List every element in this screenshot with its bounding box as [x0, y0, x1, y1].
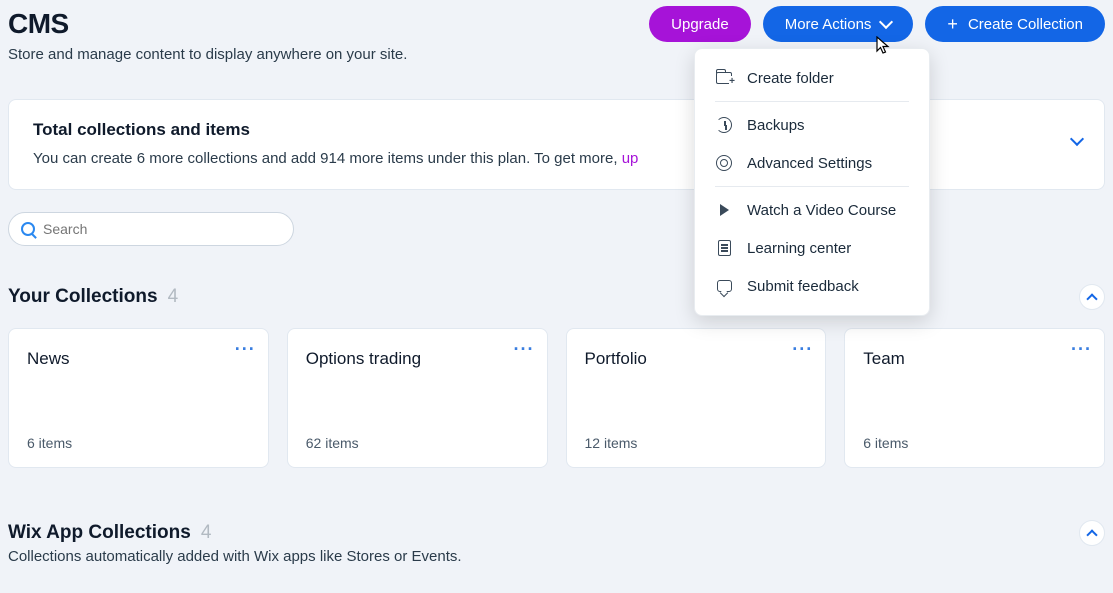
search-bar[interactable]	[8, 212, 294, 246]
search-icon	[21, 222, 35, 236]
card-title: Options trading	[306, 349, 529, 369]
your-collections-header: Your Collections 4	[8, 286, 1105, 308]
card-menu-button[interactable]: ···	[235, 339, 256, 360]
dropdown-learning-center[interactable]: Learning center	[695, 229, 929, 267]
card-items-count: 12 items	[585, 435, 638, 451]
create-collection-button[interactable]: + Create Collection	[925, 6, 1105, 42]
search-bar-container	[8, 212, 1105, 246]
dropdown-label: Watch a Video Course	[747, 202, 896, 219]
chevron-down-icon	[879, 15, 893, 29]
dropdown-label: Advanced Settings	[747, 155, 872, 172]
title-block: CMS Store and manage content to display …	[8, 0, 407, 63]
dropdown-backups[interactable]: Backups	[695, 106, 929, 144]
upgrade-link[interactable]: up	[622, 150, 639, 167]
chevron-up-icon	[1086, 293, 1097, 304]
history-icon	[715, 116, 733, 134]
collection-card[interactable]: ··· Team 6 items	[844, 328, 1105, 468]
card-items-count: 6 items	[27, 435, 72, 451]
dropdown-advanced-settings[interactable]: Advanced Settings	[695, 144, 929, 182]
dropdown-divider	[715, 186, 909, 187]
card-title: Portfolio	[585, 349, 808, 369]
dropdown-label: Create folder	[747, 70, 834, 87]
wix-app-collections-header: Wix App Collections 4	[8, 522, 1105, 544]
dropdown-divider	[715, 101, 909, 102]
chat-icon	[715, 277, 733, 295]
document-icon	[715, 239, 733, 257]
wix-app-count: 4	[201, 522, 212, 544]
collection-card[interactable]: ··· News 6 items	[8, 328, 269, 468]
collection-card[interactable]: ··· Portfolio 12 items	[566, 328, 827, 468]
collections-grid: ··· News 6 items ··· Options trading 62 …	[8, 328, 1105, 468]
more-actions-button[interactable]: More Actions	[763, 6, 914, 42]
card-menu-button[interactable]: ···	[514, 339, 535, 360]
card-menu-button[interactable]: ···	[792, 339, 813, 360]
card-title: Team	[863, 349, 1086, 369]
dropdown-video-course[interactable]: Watch a Video Course	[695, 191, 929, 229]
your-collections-title: Your Collections	[8, 286, 158, 308]
your-collections-count: 4	[168, 286, 179, 308]
folder-plus-icon	[715, 69, 733, 87]
card-menu-button[interactable]: ···	[1071, 339, 1092, 360]
page-header: CMS Store and manage content to display …	[0, 0, 1113, 63]
collection-card[interactable]: ··· Options trading 62 items	[287, 328, 548, 468]
dropdown-label: Backups	[747, 117, 805, 134]
more-actions-dropdown: Create folder Backups Advanced Settings …	[694, 48, 930, 316]
card-items-count: 62 items	[306, 435, 359, 451]
plan-info-card[interactable]: Total collections and items You can crea…	[8, 99, 1105, 190]
search-input[interactable]	[43, 221, 281, 237]
upgrade-label: Upgrade	[671, 16, 729, 33]
dropdown-label: Learning center	[747, 240, 851, 257]
play-icon	[715, 201, 733, 219]
card-title: News	[27, 349, 250, 369]
gear-icon	[715, 154, 733, 172]
plus-icon: +	[947, 14, 958, 35]
dropdown-create-folder[interactable]: Create folder	[695, 59, 929, 97]
collapse-button[interactable]	[1079, 520, 1105, 546]
dropdown-label: Submit feedback	[747, 278, 859, 295]
create-collection-label: Create Collection	[968, 16, 1083, 33]
chevron-up-icon	[1086, 529, 1097, 540]
header-actions: Upgrade More Actions + Create Collection	[649, 0, 1105, 42]
page-subtitle: Store and manage content to display anyw…	[8, 46, 407, 63]
page-title: CMS	[8, 8, 407, 40]
card-items-count: 6 items	[863, 435, 908, 451]
wix-app-subtitle: Collections automatically added with Wix…	[8, 548, 1105, 565]
dropdown-submit-feedback[interactable]: Submit feedback	[695, 267, 929, 305]
collapse-button[interactable]	[1079, 284, 1105, 310]
upgrade-button[interactable]: Upgrade	[649, 6, 751, 42]
wix-app-title: Wix App Collections	[8, 522, 191, 544]
more-actions-label: More Actions	[785, 16, 872, 33]
